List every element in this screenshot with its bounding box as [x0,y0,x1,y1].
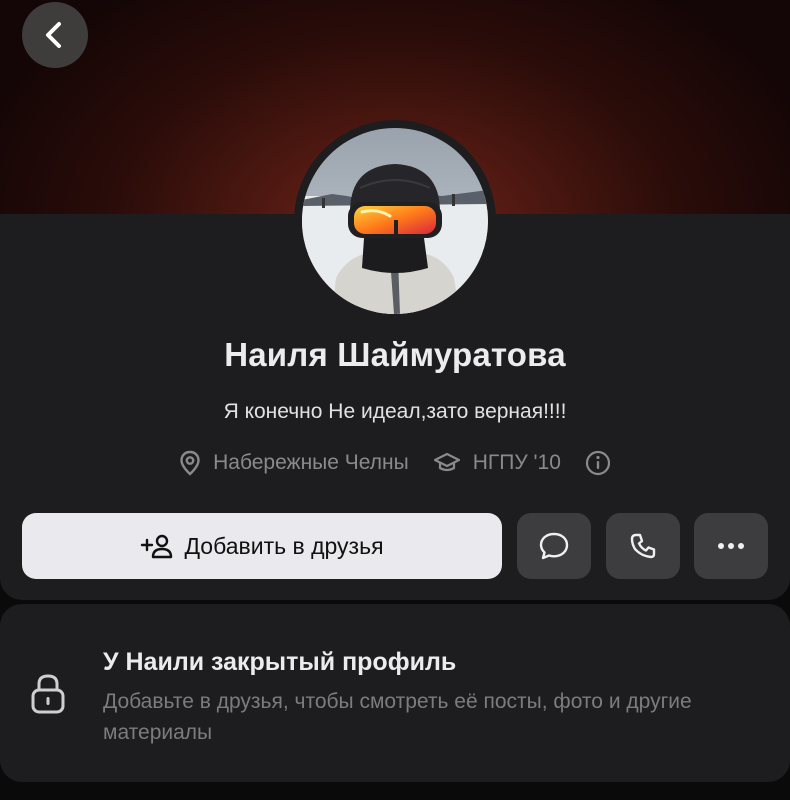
add-friend-button[interactable]: Добавить в друзья [22,513,502,579]
education-label: НГПУ '10 [472,451,561,474]
private-profile-card: У Наили закрытый профиль Добавьте в друз… [0,604,790,782]
more-button[interactable] [694,513,768,579]
phone-icon [630,533,656,559]
private-profile-title: У Наили закрытый профиль [103,648,457,676]
map-pin-icon [180,450,200,476]
location-label: Набережные Челны [213,451,409,474]
back-button[interactable] [22,2,88,68]
message-button[interactable] [517,513,591,579]
profile-meta: Набережные Челны НГПУ '10 [0,450,790,476]
graduation-cap-icon [433,452,460,472]
lock-icon [31,674,65,714]
education-item: НГПУ '10 [433,451,561,475]
message-bubble-icon [539,532,569,560]
call-button[interactable] [606,513,680,579]
location-item: Набережные Челны [179,450,409,476]
profile-name: Наиля Шаймуратова [224,336,566,373]
more-dots-icon [718,543,744,549]
add-friend-label: Добавить в друзья [184,532,384,559]
profile-status: Я конечно Не идеал,зато верная!!!! [223,400,567,423]
add-user-icon [141,534,173,559]
chevron-left-icon [46,22,61,48]
info-icon[interactable] [585,450,611,476]
private-profile-description: Добавьте в друзья, чтобы смотреть её пос… [103,690,692,744]
avatar[interactable] [302,128,488,314]
profile-header-card: Наиля Шаймуратова Я конечно Не идеал,зат… [0,0,790,600]
